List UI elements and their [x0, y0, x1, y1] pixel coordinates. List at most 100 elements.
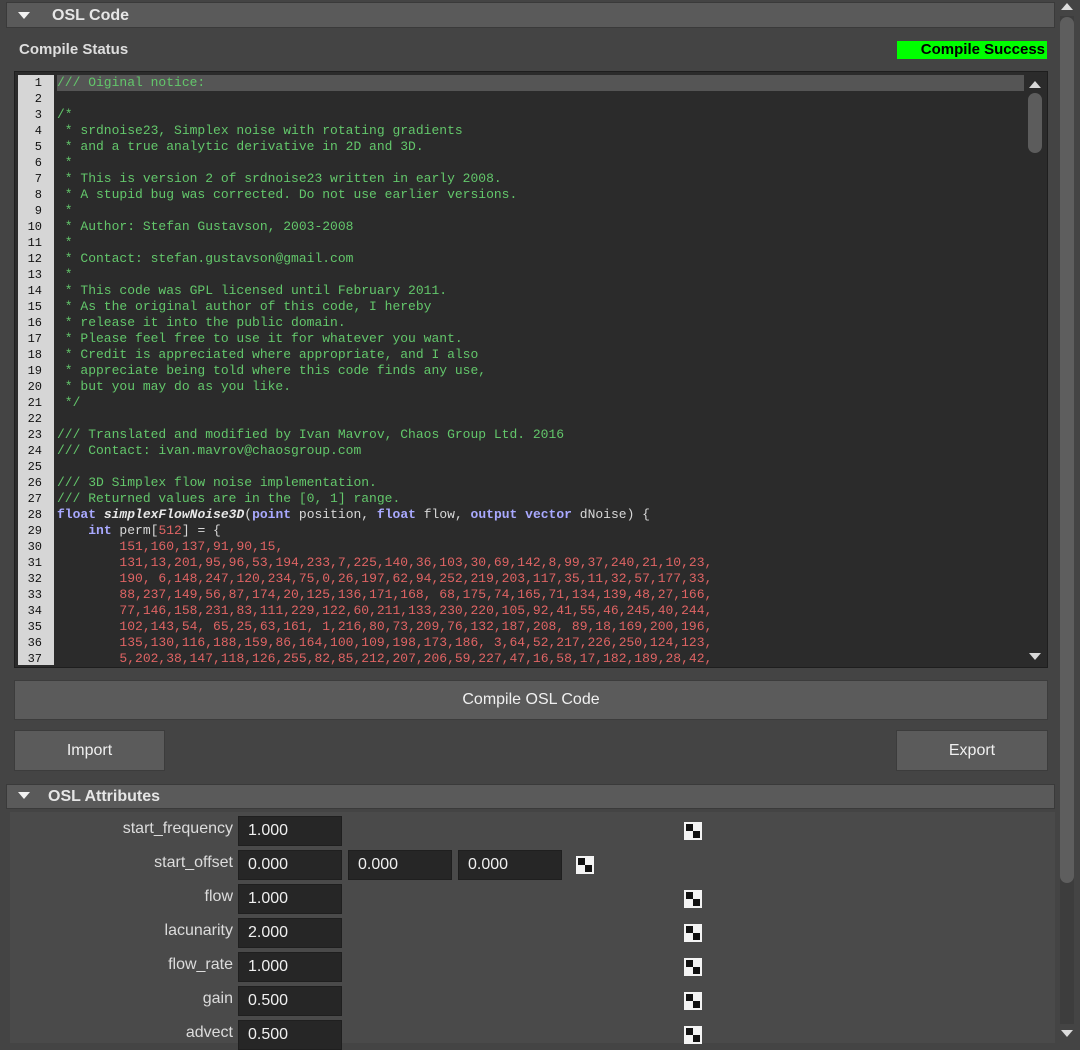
code-line[interactable]: 31 131,13,201,95,96,53,194,233,7,225,140… [18, 555, 1024, 571]
code-text[interactable]: * As the original author of this code, I… [57, 299, 1024, 315]
code-line[interactable]: 9 * [18, 203, 1024, 219]
code-line[interactable]: 22 [18, 411, 1024, 427]
code-line[interactable]: 19 * appreciate being told where this co… [18, 363, 1024, 379]
code-text[interactable]: 131,13,201,95,96,53,194,233,7,225,140,36… [57, 555, 1024, 571]
code-line[interactable]: 28 float simplexFlowNoise3D(point positio… [18, 507, 1024, 523]
code-text[interactable]: * This is version 2 of srdnoise23 writte… [57, 171, 1024, 187]
code-line[interactable]: 30 151,160,137,91,90,15, [18, 539, 1024, 555]
scroll-down-arrow-icon[interactable] [1029, 653, 1041, 660]
texture-slot-checker-icon[interactable] [684, 924, 702, 942]
code-line[interactable]: 25 [18, 459, 1024, 475]
code-line[interactable]: 6 * [18, 155, 1024, 171]
osl-code-section-header[interactable]: OSL Code [6, 2, 1055, 28]
attribute-value-field[interactable]: 1.000 [238, 884, 342, 914]
code-text[interactable]: * but you may do as you like. [57, 379, 1024, 395]
code-text[interactable]: float simplexFlowNoise3D(point position,… [57, 507, 1024, 523]
code-line[interactable]: 27/// Returned values are in the [0, 1] … [18, 491, 1024, 507]
code-line[interactable]: 32 190, 6,148,247,120,234,75,0,26,197,62… [18, 571, 1024, 587]
code-line[interactable]: 15 * As the original author of this code… [18, 299, 1024, 315]
code-text[interactable]: 77,146,158,231,83,111,229,122,60,211,133… [57, 603, 1024, 619]
code-line[interactable]: 13 * [18, 267, 1024, 283]
code-line[interactable]: 34 77,146,158,231,83,111,229,122,60,211,… [18, 603, 1024, 619]
main-scrollbar[interactable] [1058, 0, 1076, 1043]
code-text[interactable] [57, 459, 1024, 475]
code-line[interactable]: 21 */ [18, 395, 1024, 411]
code-line[interactable]: 36 135,130,116,188,159,86,164,100,109,19… [18, 635, 1024, 651]
collapse-triangle-icon[interactable] [18, 12, 30, 19]
collapse-triangle-icon[interactable] [18, 792, 30, 799]
code-line[interactable]: 35 102,143,54, 65,25,63,161, 1,216,80,73… [18, 619, 1024, 635]
code-text[interactable]: 135,130,116,188,159,86,164,100,109,198,1… [57, 635, 1024, 651]
code-line[interactable]: 4 * srdnoise23, Simplex noise with rotat… [18, 123, 1024, 139]
code-line[interactable]: 8 * A stupid bug was corrected. Do not u… [18, 187, 1024, 203]
compile-osl-code-button[interactable]: Compile OSL Code [14, 680, 1048, 720]
code-line[interactable]: 7 * This is version 2 of srdnoise23 writ… [18, 171, 1024, 187]
code-text[interactable]: */ [57, 395, 1024, 411]
code-text[interactable]: 5,202,38,147,118,126,255,82,85,212,207,2… [57, 651, 1024, 665]
scrollbar-thumb[interactable] [1060, 17, 1074, 883]
texture-slot-checker-icon[interactable] [684, 1026, 702, 1044]
code-line[interactable]: 16 * release it into the public domain. [18, 315, 1024, 331]
code-line[interactable]: 2 [18, 91, 1024, 107]
code-line[interactable]: 3/* [18, 107, 1024, 123]
code-lines[interactable]: 1/// Oiginal notice: 2 3/* 4 * srdnoise23, … [18, 75, 1024, 665]
code-line[interactable]: 1/// Oiginal notice: [18, 75, 1024, 91]
import-button[interactable]: Import [14, 730, 165, 771]
code-text[interactable]: * [57, 235, 1024, 251]
code-line[interactable]: 10 * Author: Stefan Gustavson, 2003-2008 [18, 219, 1024, 235]
attribute-value-field[interactable]: 2.000 [238, 918, 342, 948]
code-editor[interactable]: 1/// Oiginal notice: 2 3/* 4 * srdnoise23, … [14, 71, 1048, 668]
code-line[interactable]: 29 int perm[512] = { [18, 523, 1024, 539]
texture-slot-checker-icon[interactable] [684, 822, 702, 840]
code-line[interactable]: 33 88,237,149,56,87,174,20,125,136,171,1… [18, 587, 1024, 603]
code-text[interactable]: * Please feel free to use it for whateve… [57, 331, 1024, 347]
attribute-value-field[interactable]: 0.000 [348, 850, 452, 880]
code-text[interactable] [57, 411, 1024, 427]
attribute-value-field[interactable]: 0.500 [238, 1020, 342, 1050]
code-line[interactable]: 11 * [18, 235, 1024, 251]
code-line[interactable]: 14 * This code was GPL licensed until Fe… [18, 283, 1024, 299]
scrollbar-thumb[interactable] [1028, 93, 1042, 153]
code-text[interactable]: /* [57, 107, 1024, 123]
code-line[interactable]: 26/// 3D Simplex flow noise implementati… [18, 475, 1024, 491]
code-line[interactable]: 12 * Contact: stefan.gustavson@gmail.com [18, 251, 1024, 267]
osl-attributes-section-header[interactable]: OSL Attributes [6, 784, 1055, 809]
code-line[interactable]: 23/// Translated and modified by Ivan Ma… [18, 427, 1024, 443]
code-text[interactable]: /// Contact: ivan.mavrov@chaosgroup.com [57, 443, 1024, 459]
attribute-value-field[interactable]: 1.000 [238, 816, 342, 846]
attribute-value-field[interactable]: 0.000 [238, 850, 342, 880]
attribute-value-field[interactable]: 0.500 [238, 986, 342, 1016]
code-text[interactable]: int perm[512] = { [57, 523, 1024, 539]
scroll-up-arrow-icon[interactable] [1029, 81, 1041, 88]
code-text[interactable]: * [57, 203, 1024, 219]
code-text[interactable]: * This code was GPL licensed until Febru… [57, 283, 1024, 299]
code-text[interactable]: 88,237,149,56,87,174,20,125,136,171,168,… [57, 587, 1024, 603]
scroll-down-arrow-icon[interactable] [1061, 1030, 1073, 1037]
editor-scrollbar[interactable] [1026, 75, 1043, 664]
code-text[interactable]: * Contact: stefan.gustavson@gmail.com [57, 251, 1024, 267]
code-line[interactable]: 17 * Please feel free to use it for what… [18, 331, 1024, 347]
code-text[interactable]: /// 3D Simplex flow noise implementation… [57, 475, 1024, 491]
export-button[interactable]: Export [896, 730, 1048, 771]
code-text[interactable]: * Author: Stefan Gustavson, 2003-2008 [57, 219, 1024, 235]
code-line[interactable]: 20 * but you may do as you like. [18, 379, 1024, 395]
code-text[interactable]: /// Translated and modified by Ivan Mavr… [57, 427, 1024, 443]
texture-slot-checker-icon[interactable] [684, 890, 702, 908]
attribute-value-field[interactable]: 1.000 [238, 952, 342, 982]
code-text[interactable]: 151,160,137,91,90,15, [57, 539, 1024, 555]
code-text[interactable]: * srdnoise23, Simplex noise with rotatin… [57, 123, 1024, 139]
code-text[interactable]: * appreciate being told where this code … [57, 363, 1024, 379]
code-text[interactable]: * [57, 267, 1024, 283]
scroll-up-arrow-icon[interactable] [1061, 3, 1073, 10]
texture-slot-checker-icon[interactable] [576, 856, 594, 874]
code-text[interactable]: * Credit is appreciated where appropriat… [57, 347, 1024, 363]
code-text[interactable]: 190, 6,148,247,120,234,75,0,26,197,62,94… [57, 571, 1024, 587]
texture-slot-checker-icon[interactable] [684, 958, 702, 976]
code-text[interactable]: /// Returned values are in the [0, 1] ra… [57, 491, 1024, 507]
code-text[interactable]: * and a true analytic derivative in 2D a… [57, 139, 1024, 155]
code-line[interactable]: 5 * and a true analytic derivative in 2D… [18, 139, 1024, 155]
code-text[interactable]: * release it into the public domain. [57, 315, 1024, 331]
texture-slot-checker-icon[interactable] [684, 992, 702, 1010]
code-line[interactable]: 24/// Contact: ivan.mavrov@chaosgroup.co… [18, 443, 1024, 459]
code-text[interactable]: * [57, 155, 1024, 171]
